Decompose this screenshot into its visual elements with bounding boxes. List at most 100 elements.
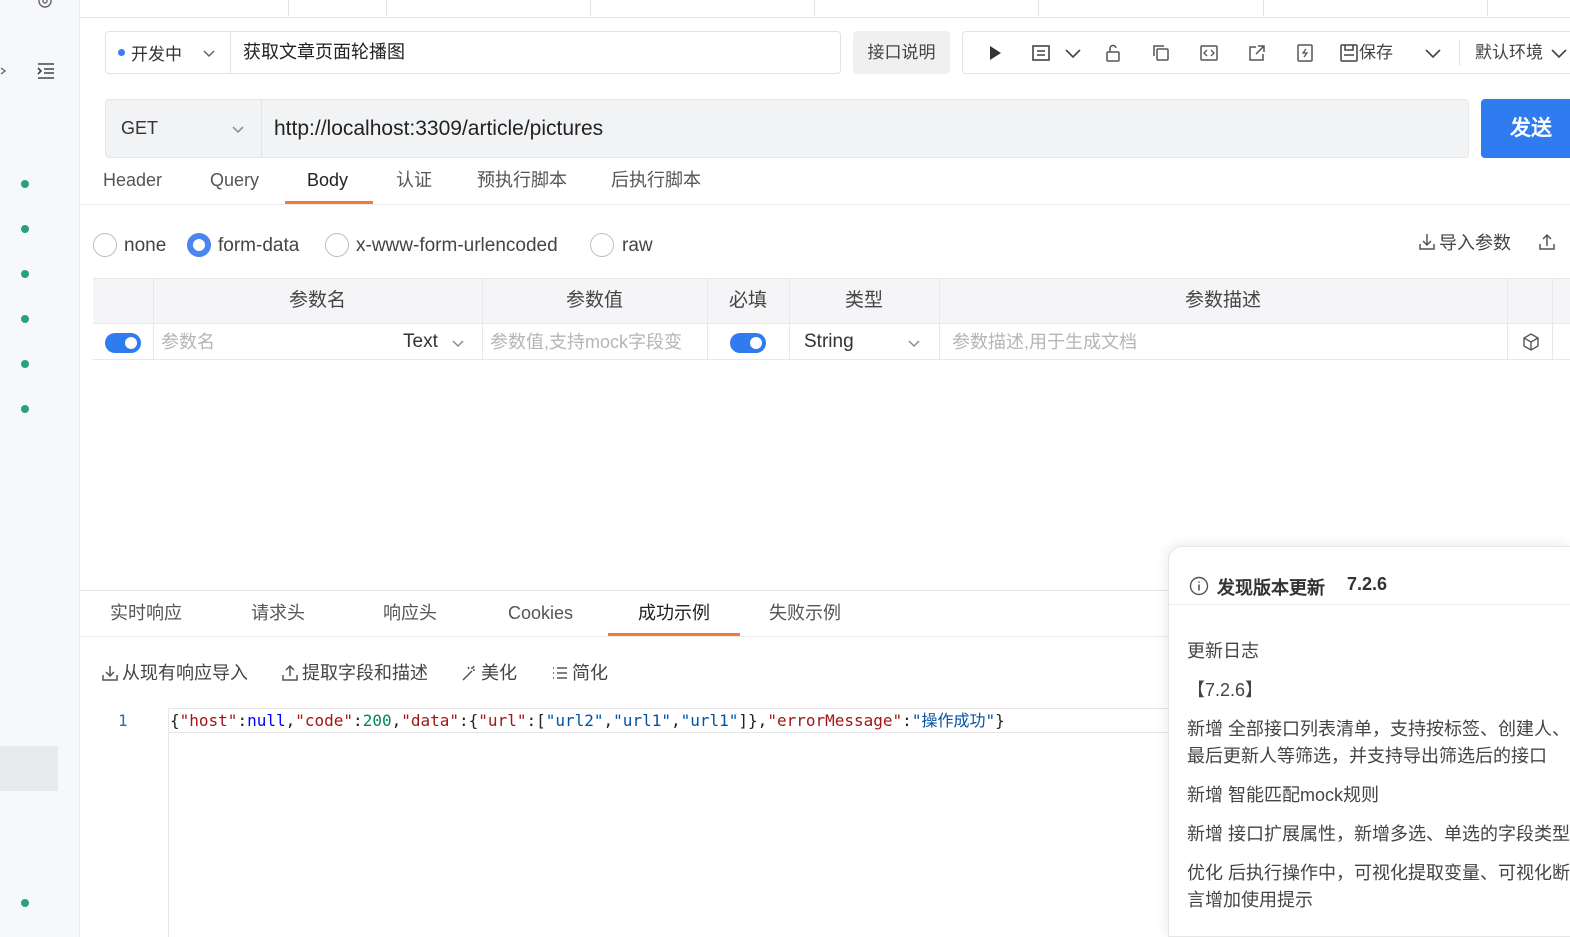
import-icon (102, 666, 118, 681)
chevron-down-icon[interactable] (1063, 43, 1083, 63)
tab-pre-script[interactable]: 预执行脚本 (477, 166, 567, 194)
beautify-button[interactable]: 美化 (460, 660, 517, 686)
beautify-label: 美化 (481, 663, 517, 683)
column-divider (482, 279, 483, 360)
sidebar-selected-item[interactable] (0, 746, 58, 791)
code-token: } (995, 711, 1005, 730)
chevron-down-icon[interactable] (1549, 43, 1569, 63)
import-from-response-button[interactable]: 从现有响应导入 (101, 660, 248, 686)
column-divider (1552, 279, 1553, 360)
tree-node-dot[interactable] (21, 360, 29, 368)
code-token: "errorMessage" (767, 711, 903, 730)
share-icon[interactable] (1247, 43, 1267, 63)
radio-form-data[interactable] (187, 233, 211, 257)
radio-raw-label[interactable]: raw (622, 233, 653, 259)
status-dot (118, 49, 125, 56)
tree-node-dot[interactable] (21, 315, 29, 323)
tree-node-dot[interactable] (21, 180, 29, 188)
required-toggle[interactable] (730, 333, 766, 353)
tabs-divider (80, 636, 1170, 637)
update-version: 7.2.6 (1347, 574, 1388, 594)
code-editor[interactable]: {"host":null,"code":200,"data":{"url":["… (170, 710, 1005, 732)
tab-separator (288, 0, 289, 16)
chevron-down-icon[interactable] (451, 336, 465, 350)
simplify-label: 简化 (572, 663, 608, 683)
collapse-icon[interactable] (0, 62, 8, 80)
copy-icon[interactable] (1151, 43, 1171, 63)
tab-failure-example[interactable]: 失败示例 (769, 599, 841, 627)
tab-live-response[interactable]: 实时响应 (110, 599, 182, 627)
tab-header[interactable]: Header (103, 166, 162, 194)
environment-select[interactable]: 默认环境 (1475, 32, 1543, 73)
unlock-icon[interactable] (1103, 43, 1123, 63)
column-divider (1507, 279, 1508, 360)
simplify-button[interactable]: 简化 (551, 660, 608, 686)
radio-none-label[interactable]: none (124, 233, 166, 259)
chevron-down-icon[interactable] (1423, 43, 1443, 63)
tab-query[interactable]: Query (210, 166, 259, 194)
radio-form-data-label[interactable]: form-data (218, 233, 299, 259)
api-name-input[interactable]: 获取文章页面轮播图 (230, 31, 841, 74)
method-select[interactable]: GET (106, 100, 262, 157)
update-panel-header: 发现版本更新 7.2.6 (1169, 547, 1570, 605)
radio-urlencoded[interactable] (325, 233, 349, 257)
tab-response-headers[interactable]: 响应头 (383, 599, 437, 627)
url-bar: GET http://localhost:3309/article/pictur… (105, 99, 1469, 158)
save-icon[interactable] (1339, 43, 1359, 63)
export-params-icon[interactable] (1537, 232, 1557, 252)
tab-cookies[interactable]: Cookies (508, 599, 573, 627)
line-number: 1 (118, 711, 128, 730)
radio-urlencoded-label[interactable]: x-www-form-urlencoded (356, 233, 558, 259)
code-icon[interactable] (1199, 43, 1219, 63)
update-title: 发现版本更新 (1217, 578, 1325, 598)
param-name-type-select[interactable]: Text (403, 324, 438, 360)
status-select[interactable]: 开发中 (105, 31, 230, 74)
code-token: "data" (401, 711, 460, 730)
send-button[interactable]: 发送 (1481, 99, 1570, 158)
code-token: { (170, 711, 180, 730)
radio-raw[interactable] (590, 233, 614, 257)
row-enabled-toggle[interactable] (105, 333, 141, 353)
code-token: "host" (179, 711, 238, 730)
open-tabs-strip (80, 0, 1570, 18)
code-gutter-divider (168, 708, 169, 937)
col-required: 必填 (728, 290, 767, 311)
changelog-version: 【7.2.6】 (1187, 680, 1264, 700)
run-icon[interactable] (985, 43, 1005, 63)
import-icon[interactable] (1417, 232, 1437, 252)
tree-node-dot[interactable] (21, 405, 29, 413)
tab-post-script[interactable]: 后执行脚本 (611, 166, 701, 194)
chevron-down-icon (202, 46, 216, 60)
cube-icon[interactable] (1521, 332, 1541, 352)
url-input[interactable]: http://localhost:3309/article/pictures (274, 100, 603, 157)
param-name-input[interactable]: 参数名 (161, 324, 215, 360)
tab-separator (814, 0, 815, 16)
code-token: :{ (459, 711, 479, 730)
col-type: 类型 (844, 290, 883, 311)
param-type-select[interactable]: String (804, 324, 854, 360)
method-label: GET (121, 118, 159, 138)
tree-node-dot[interactable] (21, 225, 29, 233)
indent-menu-icon[interactable] (36, 62, 56, 80)
export-icon[interactable] (1295, 43, 1315, 63)
api-doc-button[interactable]: 接口说明 (853, 31, 950, 74)
tab-request-headers[interactable]: 请求头 (251, 599, 305, 627)
save-button[interactable]: 保存 (1359, 32, 1393, 73)
tree-node-dot[interactable] (21, 270, 29, 278)
settings-icon[interactable] (36, 0, 54, 10)
tab-auth[interactable]: 认证 (396, 166, 432, 194)
tree-node-dot[interactable] (21, 899, 29, 907)
param-description-input[interactable]: 参数描述,用于生成文档 (952, 324, 1137, 360)
document-icon[interactable] (1031, 43, 1051, 63)
import-params-button[interactable]: 导入参数 (1439, 230, 1511, 256)
chevron-down-icon[interactable] (907, 336, 921, 350)
param-value-input[interactable]: 参数值,支持mock字段变 (490, 324, 700, 360)
code-token: 200 (362, 711, 392, 730)
code-token: : (902, 711, 912, 730)
tab-success-example[interactable]: 成功示例 (638, 599, 710, 627)
tab-body[interactable]: Body (307, 166, 348, 194)
code-token: :[ (526, 711, 546, 730)
extract-fields-button[interactable]: 提取字段和描述 (281, 660, 428, 686)
code-token: , (391, 711, 402, 730)
radio-none[interactable] (93, 233, 117, 257)
